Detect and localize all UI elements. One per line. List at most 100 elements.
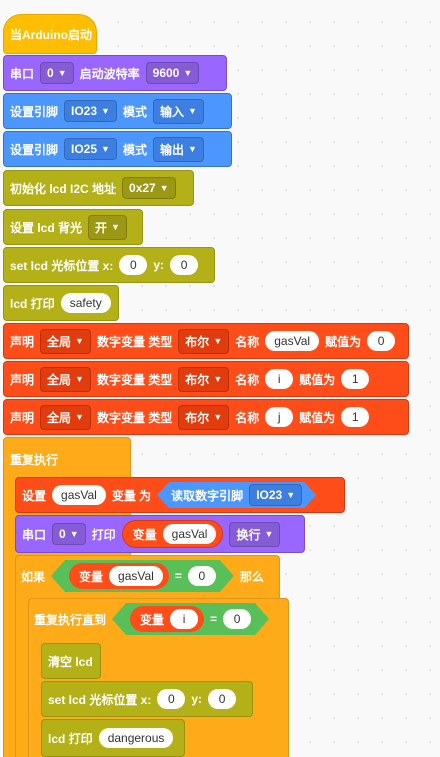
lcd-print-block[interactable]: lcd 打印 dangerous	[41, 719, 185, 757]
init-value-input[interactable]: 0	[367, 331, 396, 351]
set-pin-mode-block[interactable]: 设置引脚 IO25 ▼ 模式 输出 ▼	[3, 131, 232, 167]
chevron-down-icon: ▼	[75, 336, 84, 346]
type-dropdown[interactable]: 布尔 ▼	[178, 404, 230, 430]
lcd-backlight-label: 设置 lcd 背光	[10, 220, 83, 235]
chevron-down-icon: ▼	[213, 412, 223, 422]
declare-label: 声明	[10, 372, 35, 387]
chevron-down-icon: ▼	[69, 529, 79, 539]
type-label: 数字变量 类型	[96, 410, 173, 425]
newline-dropdown[interactable]: 换行 ▼	[229, 521, 281, 547]
scope-dropdown[interactable]: 全局 ▼	[40, 328, 91, 354]
serial-label: 串口	[10, 66, 35, 81]
type-label: 数字变量 类型	[96, 334, 173, 349]
lcd-print-label: lcd 打印	[10, 296, 55, 311]
lcd-print-block[interactable]: lcd 打印 safety	[3, 285, 119, 321]
var-name-input[interactable]: gasVal	[162, 524, 217, 544]
mode-label: 模式	[122, 142, 147, 157]
read-digital-pin-reporter[interactable]: 读取数字引脚 IO23 ▼	[157, 482, 316, 508]
i2c-address-dropdown[interactable]: 0x27 ▼	[122, 177, 176, 199]
set-label: 设置	[22, 488, 47, 503]
lcd-clear-block[interactable]: 清空 lcd	[41, 643, 101, 679]
set-cursor-label: set lcd 光标位置 x:	[48, 692, 152, 707]
variable-reporter[interactable]: 变量 i	[130, 606, 204, 632]
chevron-down-icon: ▼	[57, 68, 67, 78]
chevron-down-icon: ▼	[111, 222, 120, 232]
compare-value-input[interactable]: 0	[223, 609, 251, 629]
declare-label: 声明	[10, 410, 35, 425]
variable-reporter[interactable]: 变量 gasVal	[69, 563, 169, 589]
equals-condition[interactable]: 变量 gasVal = 0	[51, 560, 234, 592]
print-text-input[interactable]: safety	[60, 293, 111, 313]
mode-dropdown[interactable]: 输出 ▼	[152, 136, 204, 162]
serial-print-block[interactable]: 串口 0 ▼ 打印 变量 gasVal 换行 ▼	[15, 515, 305, 553]
lcd-set-cursor-block[interactable]: set lcd 光标位置 x: 0 y: 0	[41, 681, 253, 717]
cursor-x-input[interactable]: 0	[119, 255, 148, 275]
equals-condition[interactable]: 变量 i = 0	[112, 603, 269, 635]
var-name-input[interactable]: i	[265, 369, 294, 389]
var-name-input[interactable]: gasVal	[265, 331, 320, 351]
set-pin-mode-block[interactable]: 设置引脚 IO23 ▼ 模式 输入 ▼	[3, 93, 232, 129]
print-label: 打印	[91, 527, 116, 542]
equals-operator: =	[210, 612, 218, 626]
lcd-backlight-block[interactable]: 设置 lcd 背光 开 ▼	[3, 209, 143, 245]
chevron-down-icon: ▼	[183, 68, 193, 78]
mode-dropdown[interactable]: 输入 ▼	[152, 98, 204, 124]
scope-dropdown[interactable]: 全局 ▼	[40, 366, 91, 392]
cursor-y-input[interactable]: 0	[170, 255, 199, 275]
serial-label: 串口	[22, 527, 47, 542]
mode-label: 模式	[122, 104, 147, 119]
lcd-init-block[interactable]: 初始化 lcd I2C 地址 0x27 ▼	[3, 170, 194, 206]
name-label: 名称	[235, 334, 260, 349]
serial-begin-block[interactable]: 串口 0 ▼ 启动波特率 9600 ▼	[3, 55, 227, 91]
chevron-down-icon: ▼	[75, 412, 84, 422]
lcd-clear-label: 清空 lcd	[48, 654, 93, 669]
variable-label: 变量	[79, 569, 104, 584]
chevron-down-icon: ▼	[159, 183, 169, 193]
scope-dropdown[interactable]: 全局 ▼	[40, 404, 91, 430]
pin-dropdown[interactable]: IO23 ▼	[64, 100, 117, 122]
declare-variable-block[interactable]: 声明 全局 ▼ 数字变量 类型 布尔 ▼ 名称 gasVal 赋值为 0	[3, 323, 409, 359]
declare-variable-block[interactable]: 声明 全局 ▼ 数字变量 类型 布尔 ▼ 名称 j 赋值为 1	[3, 399, 409, 435]
print-text-input[interactable]: dangerous	[98, 728, 174, 748]
y-label: y:	[153, 258, 165, 272]
init-value-input[interactable]: 1	[341, 369, 370, 389]
chevron-down-icon: ▼	[187, 106, 197, 116]
lcd-print-label: lcd 打印	[48, 731, 93, 746]
when-arduino-starts-hat[interactable]: 当Arduino启动	[3, 14, 97, 54]
serial-port-dropdown[interactable]: 0 ▼	[52, 523, 86, 545]
lcd-set-cursor-block[interactable]: set lcd 光标位置 x: 0 y: 0	[3, 247, 215, 283]
chevron-down-icon: ▼	[213, 374, 223, 384]
lcd-init-label: 初始化 lcd I2C 地址	[10, 181, 117, 196]
var-name-input[interactable]: i	[170, 609, 198, 629]
var-name-input[interactable]: gasVal	[109, 566, 163, 586]
backlight-dropdown[interactable]: 开 ▼	[88, 214, 127, 240]
type-dropdown[interactable]: 布尔 ▼	[178, 366, 230, 392]
set-cursor-label: set lcd 光标位置 x:	[10, 258, 114, 273]
variable-reporter[interactable]: 变量 gasVal	[121, 520, 224, 548]
var-name-input[interactable]: j	[265, 407, 294, 427]
compare-value-input[interactable]: 0	[188, 566, 216, 586]
cursor-y-input[interactable]: 0	[208, 689, 237, 709]
serial-port-dropdown[interactable]: 0 ▼	[40, 62, 74, 84]
set-variable-block[interactable]: 设置 gasVal 变量 为 读取数字引脚 IO23 ▼	[15, 477, 345, 513]
pin-dropdown[interactable]: IO23 ▼	[249, 484, 302, 506]
cursor-x-input[interactable]: 0	[157, 689, 186, 709]
pin-dropdown[interactable]: IO25 ▼	[64, 138, 117, 160]
declare-variable-block[interactable]: 声明 全局 ▼ 数字变量 类型 布尔 ▼ 名称 i 赋值为 1	[3, 361, 409, 397]
name-label: 名称	[235, 372, 260, 387]
equals-operator: =	[174, 569, 182, 583]
name-label: 名称	[235, 410, 260, 425]
var-name-input[interactable]: gasVal	[52, 485, 106, 505]
chevron-down-icon: ▼	[187, 144, 197, 154]
init-label: 赋值为	[325, 334, 362, 349]
read-pin-label: 读取数字引脚	[171, 488, 244, 503]
baud-dropdown[interactable]: 9600 ▼	[145, 62, 200, 84]
chevron-down-icon: ▼	[213, 336, 223, 346]
chevron-down-icon: ▼	[264, 529, 274, 539]
init-value-input[interactable]: 1	[341, 407, 370, 427]
variable-label: 变量	[132, 527, 157, 542]
chevron-down-icon: ▼	[101, 144, 110, 154]
set-pin-label: 设置引脚	[10, 104, 59, 119]
type-dropdown[interactable]: 布尔 ▼	[178, 328, 230, 354]
forever-label: 重复执行	[10, 453, 59, 467]
